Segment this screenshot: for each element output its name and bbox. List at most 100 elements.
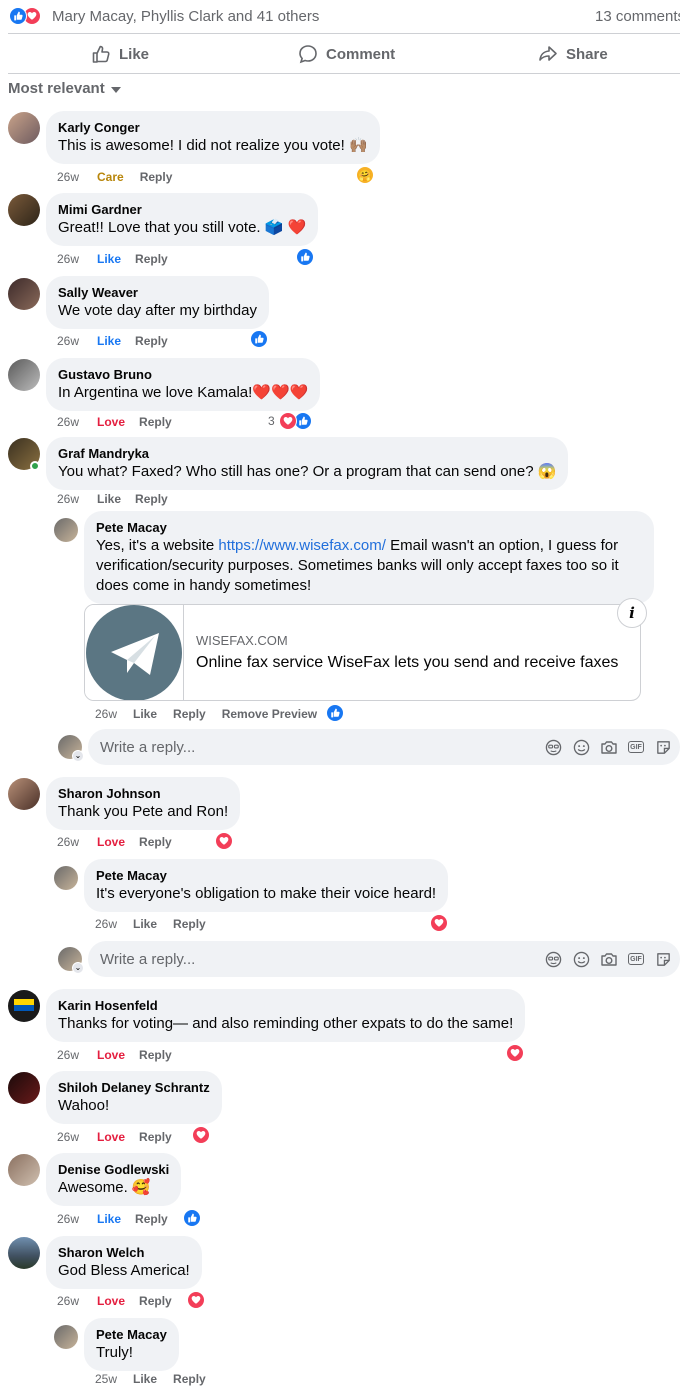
like-reaction-icon[interactable] <box>326 704 344 722</box>
comment-time[interactable]: 26w <box>57 334 79 348</box>
sticker-icon[interactable] <box>654 738 672 756</box>
comment-author[interactable]: Gustavo Bruno <box>58 366 308 383</box>
reply-button[interactable]: Reply <box>135 1212 168 1226</box>
avatar[interactable] <box>54 1325 78 1349</box>
comment-time[interactable]: 26w <box>57 1048 79 1062</box>
avatar[interactable] <box>8 1072 40 1104</box>
reply-author[interactable]: Pete Macay <box>96 1326 167 1343</box>
gif-icon[interactable]: GIF <box>628 741 644 753</box>
avatar[interactable] <box>8 778 40 810</box>
reaction-summary-icons[interactable] <box>9 7 49 25</box>
comment-time[interactable]: 26w <box>57 170 79 184</box>
like-button[interactable]: Like <box>91 42 149 66</box>
reply-button[interactable]: Reply <box>135 252 168 266</box>
avatar[interactable] <box>8 194 40 226</box>
avatar[interactable] <box>8 359 40 391</box>
comment-button[interactable]: Comment <box>298 42 395 66</box>
comment-count[interactable]: 13 comments <box>595 8 680 25</box>
love-reaction-icon[interactable] <box>506 1044 524 1062</box>
reaction-button[interactable]: Love <box>97 1130 125 1144</box>
sticker-icon[interactable] <box>654 950 672 968</box>
like-reply-button[interactable]: Like <box>133 917 157 931</box>
reaction-button[interactable]: Like <box>97 492 121 506</box>
reaction-button[interactable]: Love <box>97 1048 125 1062</box>
comment-time[interactable]: 26w <box>57 1130 79 1144</box>
comment-author[interactable]: Shiloh Delaney Schrantz <box>58 1079 210 1096</box>
reply-time[interactable]: 26w <box>95 707 117 721</box>
reply-button[interactable]: Reply <box>173 917 206 931</box>
link-preview-title[interactable]: Online fax service WiseFax lets you send… <box>196 654 618 672</box>
reaction-button[interactable]: Love <box>97 835 125 849</box>
reply-button[interactable]: Reply <box>173 707 206 721</box>
comment-author[interactable]: Karin Hosenfeld <box>58 997 513 1014</box>
reactors-summary[interactable]: Mary Macay, Phyllis Clark and 41 others <box>52 8 319 25</box>
sort-dropdown[interactable]: Most relevant <box>8 80 121 97</box>
avatar-sticker-icon[interactable] <box>544 950 562 968</box>
reaction-button[interactable]: Like <box>97 334 121 348</box>
comment-author[interactable]: Sally Weaver <box>58 284 257 301</box>
comment-time[interactable]: 26w <box>57 415 79 429</box>
like-reaction-icon[interactable] <box>296 248 314 266</box>
care-reaction-icon[interactable]: 🤗 <box>356 166 374 184</box>
reply-link[interactable]: https://www.wisefax.com/ <box>218 537 386 554</box>
comment-author[interactable]: Graf Mandryka <box>58 445 556 462</box>
reaction-button[interactable]: Love <box>97 415 125 429</box>
reply-composer[interactable]: GIF <box>88 729 680 765</box>
avatar[interactable] <box>8 990 40 1022</box>
comment-author[interactable]: Sharon Welch <box>58 1244 190 1261</box>
remove-preview-button[interactable]: Remove Preview <box>222 707 317 721</box>
reaction-button[interactable]: Care <box>97 170 124 184</box>
avatar[interactable] <box>54 866 78 890</box>
reaction-button[interactable]: Like <box>97 1212 121 1226</box>
comment-author[interactable]: Sharon Johnson <box>58 785 228 802</box>
comment-time[interactable]: 26w <box>57 1294 79 1308</box>
info-icon[interactable]: i <box>617 598 647 628</box>
reply-button[interactable]: Reply <box>139 1048 172 1062</box>
reaction-button[interactable]: Like <box>97 252 121 266</box>
reply-button[interactable]: Reply <box>135 492 168 506</box>
emoji-icon[interactable] <box>572 738 590 756</box>
reply-button[interactable]: Reply <box>139 1294 172 1308</box>
reply-button[interactable]: Reply <box>139 1130 172 1144</box>
like-reaction-icon[interactable] <box>250 330 268 348</box>
love-reaction-icon[interactable] <box>430 914 448 932</box>
love-reaction-icon[interactable] <box>192 1126 210 1144</box>
emoji-icon[interactable] <box>572 950 590 968</box>
reply-author[interactable]: Pete Macay <box>96 867 436 884</box>
comment-time[interactable]: 26w <box>57 252 79 266</box>
avatar-sticker-icon[interactable] <box>544 738 562 756</box>
link-preview-card[interactable]: WISEFAX.COM Online fax service WiseFax l… <box>84 604 641 701</box>
camera-icon[interactable] <box>600 950 618 968</box>
reaction-button[interactable]: Love <box>97 1294 125 1308</box>
avatar[interactable] <box>8 1237 40 1269</box>
like-reaction-icon[interactable] <box>183 1209 201 1227</box>
reaction-count[interactable]: 3 <box>268 414 275 428</box>
comment-author[interactable]: Denise Godlewski <box>58 1161 169 1178</box>
like-reply-button[interactable]: Like <box>133 707 157 721</box>
love-reaction-icon[interactable] <box>279 412 297 430</box>
share-button[interactable]: Share <box>538 42 608 66</box>
chevron-down-icon[interactable]: ⌄ <box>72 750 84 762</box>
avatar[interactable] <box>8 1154 40 1186</box>
reply-time[interactable]: 26w <box>95 917 117 931</box>
avatar[interactable] <box>8 112 40 144</box>
gif-icon[interactable]: GIF <box>628 953 644 965</box>
reply-author[interactable]: Pete Macay <box>96 519 642 536</box>
like-reply-button[interactable]: Like <box>133 1372 157 1386</box>
reply-button[interactable]: Reply <box>139 835 172 849</box>
comment-author[interactable]: Karly Conger <box>58 119 368 136</box>
comment-time[interactable]: 26w <box>57 492 79 506</box>
reply-input[interactable] <box>88 729 508 765</box>
love-reaction-icon[interactable] <box>187 1291 205 1309</box>
avatar[interactable] <box>54 518 78 542</box>
reply-time[interactable]: 25w <box>95 1372 117 1386</box>
chevron-down-icon[interactable]: ⌄ <box>72 962 84 974</box>
comment-time[interactable]: 26w <box>57 835 79 849</box>
reply-input[interactable] <box>88 941 508 977</box>
camera-icon[interactable] <box>600 738 618 756</box>
reply-button[interactable]: Reply <box>140 170 173 184</box>
comment-time[interactable]: 26w <box>57 1212 79 1226</box>
love-reaction-icon[interactable] <box>215 832 233 850</box>
comment-author[interactable]: Mimi Gardner <box>58 201 306 218</box>
reply-composer[interactable]: GIF <box>88 941 680 977</box>
